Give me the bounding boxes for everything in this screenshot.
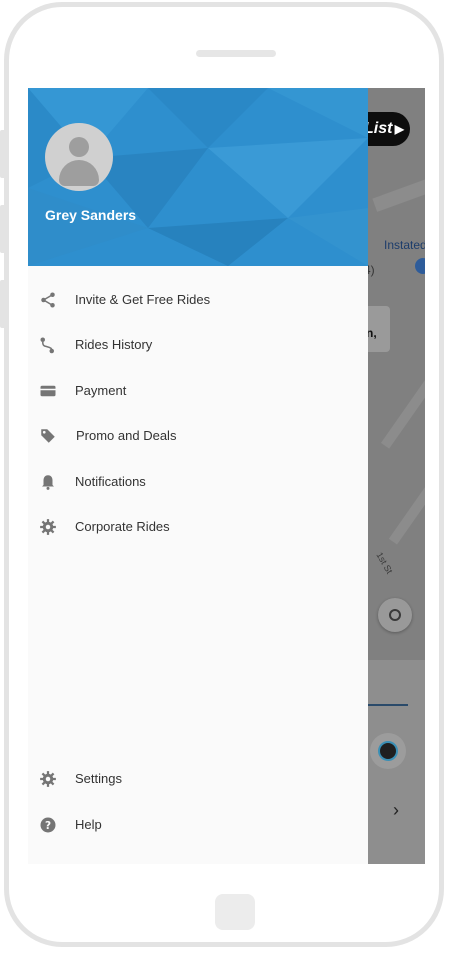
play-arrow-icon: ▶ <box>394 122 404 136</box>
gear-icon <box>40 771 56 787</box>
svg-text:?: ? <box>45 820 51 832</box>
locate-me-button[interactable] <box>378 598 412 632</box>
volume-up-button <box>0 130 6 178</box>
menu-item-promo[interactable]: Promo and Deals <box>28 416 368 456</box>
map-road <box>380 377 425 449</box>
avatar-body <box>59 160 99 186</box>
menu-item-label: Help <box>75 817 102 832</box>
crosshair-icon <box>389 609 401 621</box>
map-pin-icon[interactable] <box>415 258 425 274</box>
menu-item-payment[interactable]: Payment <box>28 371 368 411</box>
menu-item-label: Rides History <box>75 337 153 352</box>
map-road <box>388 481 425 545</box>
menu-item-rides-history[interactable]: Rides History <box>28 325 368 365</box>
power-button <box>0 280 6 328</box>
list-toggle-label: List <box>364 120 393 137</box>
map-road <box>372 178 425 212</box>
home-button[interactable] <box>215 894 255 930</box>
avatar-head <box>69 137 89 157</box>
speaker-grille <box>196 50 276 57</box>
drawer-header: Grey Sanders <box>28 88 368 266</box>
map-place-label: Instated <box>384 238 425 252</box>
menu-item-corporate-rides[interactable]: Corporate Rides <box>28 507 368 547</box>
street-label: 1st St <box>374 550 395 576</box>
menu-item-notifications[interactable]: Notifications <box>28 462 368 502</box>
menu-item-invite[interactable]: Invite & Get Free Rides <box>28 280 368 320</box>
user-name: Grey Sanders <box>45 207 137 223</box>
menu-item-label: Corporate Rides <box>75 519 170 534</box>
menu-item-label: Notifications <box>75 474 146 489</box>
ride-type-button[interactable] <box>370 733 406 769</box>
menu-item-label: Settings <box>75 771 122 786</box>
avatar[interactable] <box>45 123 113 191</box>
share-icon <box>41 292 55 308</box>
chevron-right-icon[interactable]: › <box>393 800 399 821</box>
navigation-drawer: Grey Sanders Invite & Get Free Rides Rid… <box>28 88 368 864</box>
menu-item-help[interactable]: ? Help <box>28 805 368 845</box>
help-icon: ? <box>40 817 56 833</box>
car-icon <box>378 741 398 761</box>
credit-card-icon <box>40 385 56 397</box>
volume-down-button <box>0 205 6 253</box>
tag-icon <box>41 429 55 443</box>
menu-item-label: Promo and Deals <box>76 428 177 443</box>
app-screen: List ▶ Instated 4) n, 1st St › Grey Sand… <box>28 88 425 864</box>
ride-history-icon <box>40 337 54 354</box>
menu-item-settings[interactable]: Settings <box>28 759 368 799</box>
bell-icon <box>42 475 54 490</box>
menu-item-label: Invite & Get Free Rides <box>75 292 211 307</box>
menu-item-label: Payment <box>75 383 127 398</box>
gear-icon <box>40 519 56 535</box>
